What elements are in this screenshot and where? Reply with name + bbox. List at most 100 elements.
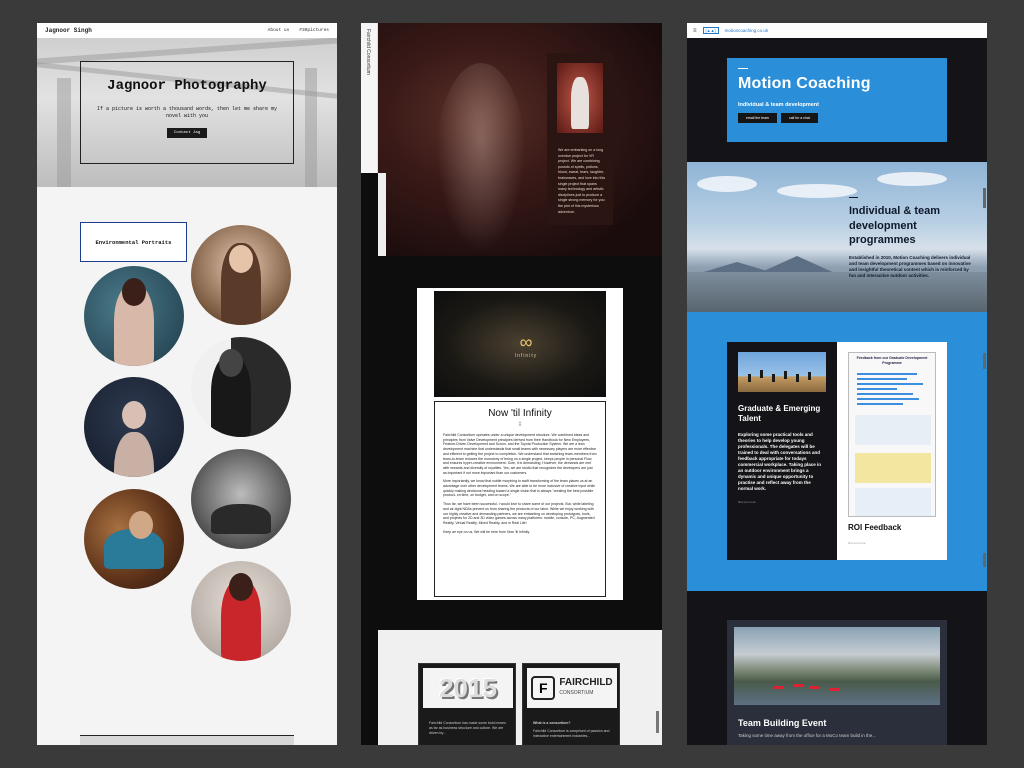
site-brand[interactable]: Jagnoor Singh [45, 27, 92, 34]
bottom-section: 2015 Fairchild Consortium has made some … [378, 630, 662, 745]
side-label-text[interactable]: Fairchild Consortium [365, 29, 371, 75]
programmes-description: Established in 2010, Motion Coaching del… [849, 254, 971, 278]
article-paragraph: Keep an eye on us. We will be here from … [443, 529, 530, 534]
programmes-section: Individual & team development programmes… [687, 162, 987, 312]
nav-link-30pictures[interactable]: #30pictures [299, 28, 329, 33]
portrait-circle[interactable] [191, 561, 291, 661]
kayak-shape [810, 686, 819, 689]
email-team-button[interactable]: email the team [738, 113, 777, 123]
graduate-column[interactable]: Graduate & Emerging Talent Exploring som… [727, 342, 837, 560]
portrait-figure [211, 504, 271, 534]
hero-tagline: Individual & team development [738, 102, 819, 108]
poster-bar [857, 383, 923, 385]
jagnoor-photography-screenshot: Jagnoor Singh About us #30pictures Jagno… [37, 23, 337, 745]
tile-text: What is a consortium? Fairchild Consorti… [533, 721, 613, 739]
portrait-circle[interactable] [84, 377, 184, 477]
hero-section: Jagnoor Photography If a picture is wort… [37, 38, 337, 187]
contact-button[interactable]: Contact Jag [166, 128, 208, 138]
portrait-face [229, 245, 253, 273]
fairchild-wordmark: FAIRCHILD CONSORTIUM [559, 678, 612, 698]
article-paragraph: Thus far, we have been successful. I wou… [443, 502, 595, 525]
tile-heading: What is a consortium? [533, 721, 571, 725]
next-section-preview [80, 735, 294, 745]
tile-text: Fairchild Consortium has made some bold … [429, 721, 506, 735]
site-url[interactable]: motioncoaching.co.uk [725, 28, 769, 33]
portrait-circle[interactable] [84, 266, 184, 366]
hero-card: Motion Coaching Individual & team develo… [727, 58, 947, 142]
portrait-gallery: Environmental Portraits [37, 187, 337, 745]
nav-links: About us #30pictures [268, 28, 329, 33]
article-body: Now 'til Infinity ⁑ Fairchild Consortium… [434, 401, 606, 597]
poster-bar [857, 403, 903, 405]
portrait-circle[interactable] [84, 489, 184, 589]
section-label-box: Environmental Portraits [80, 222, 187, 262]
kayak-shape [830, 688, 839, 691]
hamburger-icon[interactable]: ≡ [693, 28, 697, 34]
divider [738, 68, 748, 69]
cloud [777, 184, 857, 198]
scrollbar[interactable] [983, 188, 986, 208]
architecture-pillar [305, 68, 317, 187]
divider [849, 197, 858, 198]
infinity-word: Infinity [514, 353, 538, 359]
vertical-site-label: Fairchild Consortium [361, 23, 378, 173]
team-description: Taking some time away from the office fo… [738, 733, 876, 738]
feedback-poster: Feedback from our Graduate Development P… [848, 352, 936, 517]
top-bar: ≡ [▲▲] motioncoaching.co.uk [687, 23, 987, 38]
group-jump-image [738, 352, 826, 392]
poster-bar [857, 393, 913, 395]
side-panel-strip [378, 173, 386, 256]
person-shape [760, 370, 763, 378]
person-shape [808, 372, 811, 380]
blurred-figure [436, 63, 526, 253]
dress-shape [571, 77, 589, 129]
poster-block [855, 453, 931, 483]
portrait-hair [122, 278, 146, 306]
hero-title: Jagnoor Photography [107, 78, 267, 94]
article-paragraph: More importantly, we know that subtle mo… [443, 479, 596, 498]
hero-card: We are embarking on a long overdue proje… [547, 53, 613, 225]
poster-block [855, 415, 931, 445]
hero-card-text: We are embarking on a long overdue proje… [558, 148, 606, 214]
scrollbar[interactable] [983, 353, 986, 369]
top-nav: Jagnoor Singh About us #30pictures [37, 23, 337, 38]
architecture-pillar [57, 78, 71, 187]
roi-more-link[interactable]: find out more [848, 541, 936, 545]
portrait-circle[interactable] [191, 337, 291, 437]
roi-column[interactable]: Feedback from our Graduate Development P… [837, 342, 947, 560]
tile-2015[interactable]: 2015 Fairchild Consortium has made some … [418, 663, 516, 745]
person-shape [748, 374, 751, 382]
f-logo-icon: F [531, 676, 556, 700]
kayak-shape [774, 686, 783, 689]
roi-title: ROI Feedback [848, 523, 902, 532]
portrait-circle[interactable] [191, 449, 291, 549]
team-building-card[interactable]: Team Building Event Taking some time awa… [727, 620, 947, 745]
fairchild-word: FAIRCHILD [559, 677, 613, 688]
tile-fairchild[interactable]: F FAIRCHILD CONSORTIUM What is a consort… [522, 663, 620, 745]
article-title: Now 'til Infinity [488, 408, 552, 419]
person-shape [796, 374, 799, 382]
call-chat-button[interactable]: call for a chat [780, 113, 818, 123]
section-label: Environmental Portraits [95, 238, 172, 246]
motion-coaching-screenshot: ≡ [▲▲] motioncoaching.co.uk Motion Coach… [687, 23, 987, 745]
hero-section [378, 23, 662, 256]
bride-image [557, 63, 603, 133]
nav-link-about[interactable]: About us [268, 28, 290, 33]
portrait-circle[interactable] [191, 225, 291, 325]
fairchild-logo: F FAIRCHILD CONSORTIUM [527, 668, 617, 708]
poster-bar [857, 378, 907, 380]
site-logo-icon[interactable]: [▲▲] [702, 27, 719, 34]
portrait-face [219, 349, 243, 377]
poster-block [855, 488, 931, 516]
scrollbar[interactable] [656, 711, 659, 733]
graduate-more-link[interactable]: find out more [738, 500, 826, 504]
poster-heading: Feedback from our Graduate Development P… [856, 356, 928, 365]
kayak-shape [794, 684, 803, 687]
poster-bar [857, 373, 917, 375]
scrollbar[interactable] [983, 553, 986, 567]
person-shape [772, 374, 775, 382]
poster-bar [857, 398, 919, 400]
article-card: ∞ Infinity Now 'til Infinity ⁑ Fairchild… [417, 288, 623, 600]
portrait-figure [114, 432, 154, 477]
infinity-icon: ∞ [519, 332, 533, 352]
